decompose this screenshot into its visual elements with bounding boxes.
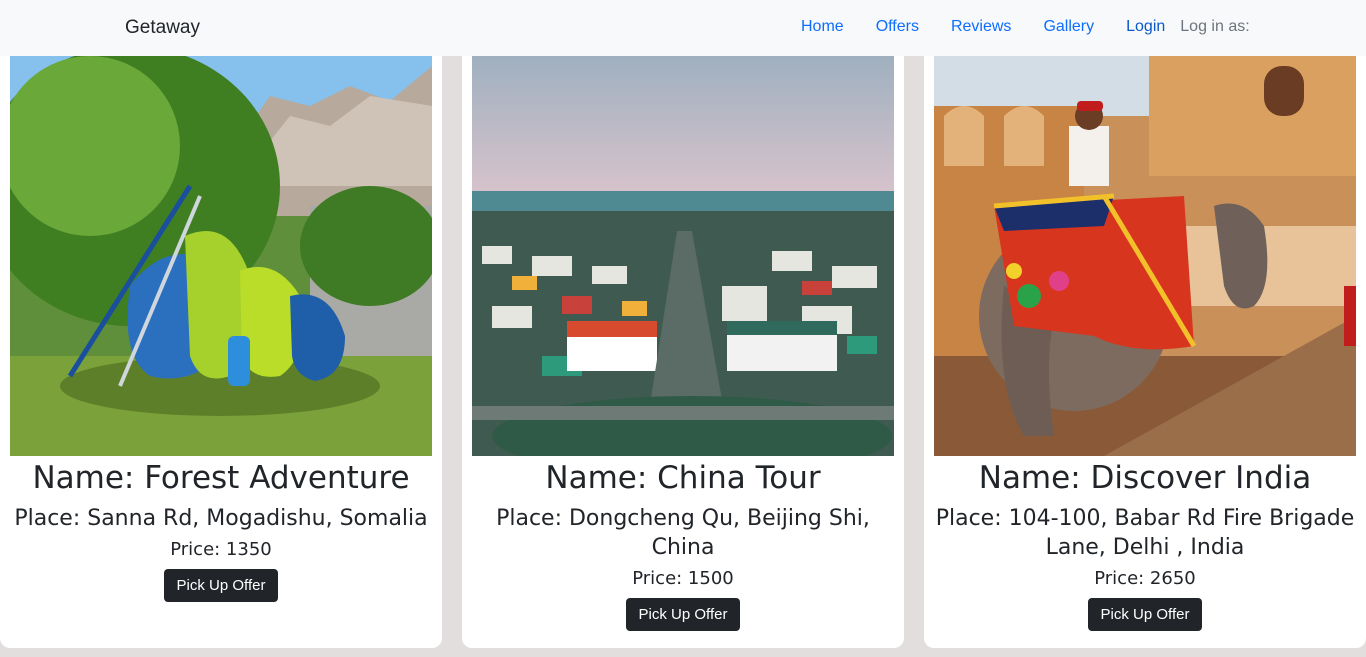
offer-image-forest (10, 56, 432, 456)
offer-card: Name: Discover India Place: 104-100, Bab… (924, 56, 1366, 648)
brand-logo[interactable]: Getaway (125, 17, 200, 39)
offer-name: Name: Discover India (978, 460, 1312, 496)
pick-up-offer-button[interactable]: Pick Up Offer (163, 569, 279, 602)
nav-link-home[interactable]: Home (801, 18, 844, 36)
offer-place: Place: Dongcheng Qu, Beijing Shi, China (496, 506, 870, 560)
nav-link-gallery[interactable]: Gallery (1043, 18, 1094, 36)
offer-price: Price: 2650 (1094, 568, 1196, 589)
offer-image-elephant (934, 56, 1356, 456)
nav-link-login[interactable]: Login (1126, 18, 1165, 36)
offer-place: Place: 104-100, Babar Rd Fire Brigade La… (935, 506, 1355, 560)
offer-card: Name: Forest Adventure Place: Sanna Rd, … (0, 56, 442, 648)
navbar: Getaway Home Offers Reviews Gallery Logi… (0, 0, 1366, 56)
offer-card: Name: China Tour Place: Dongcheng Qu, Be… (462, 56, 904, 648)
nav-links: Home Offers Reviews Gallery Login Log in… (801, 18, 1250, 36)
nav-link-reviews[interactable]: Reviews (951, 18, 1011, 36)
offer-price: Price: 1350 (170, 539, 272, 560)
offer-name: Name: China Tour (545, 460, 821, 496)
offer-price: Price: 1500 (632, 568, 734, 589)
offer-name: Name: Forest Adventure (32, 460, 410, 496)
login-as-text: Log in as: (1180, 18, 1250, 35)
nav-link-offers[interactable]: Offers (876, 18, 919, 36)
offer-image-city (472, 56, 894, 456)
offer-place: Place: Sanna Rd, Mogadishu, Somalia (14, 506, 428, 531)
pick-up-offer-button[interactable]: Pick Up Offer (625, 598, 741, 631)
pick-up-offer-button[interactable]: Pick Up Offer (1087, 598, 1203, 631)
